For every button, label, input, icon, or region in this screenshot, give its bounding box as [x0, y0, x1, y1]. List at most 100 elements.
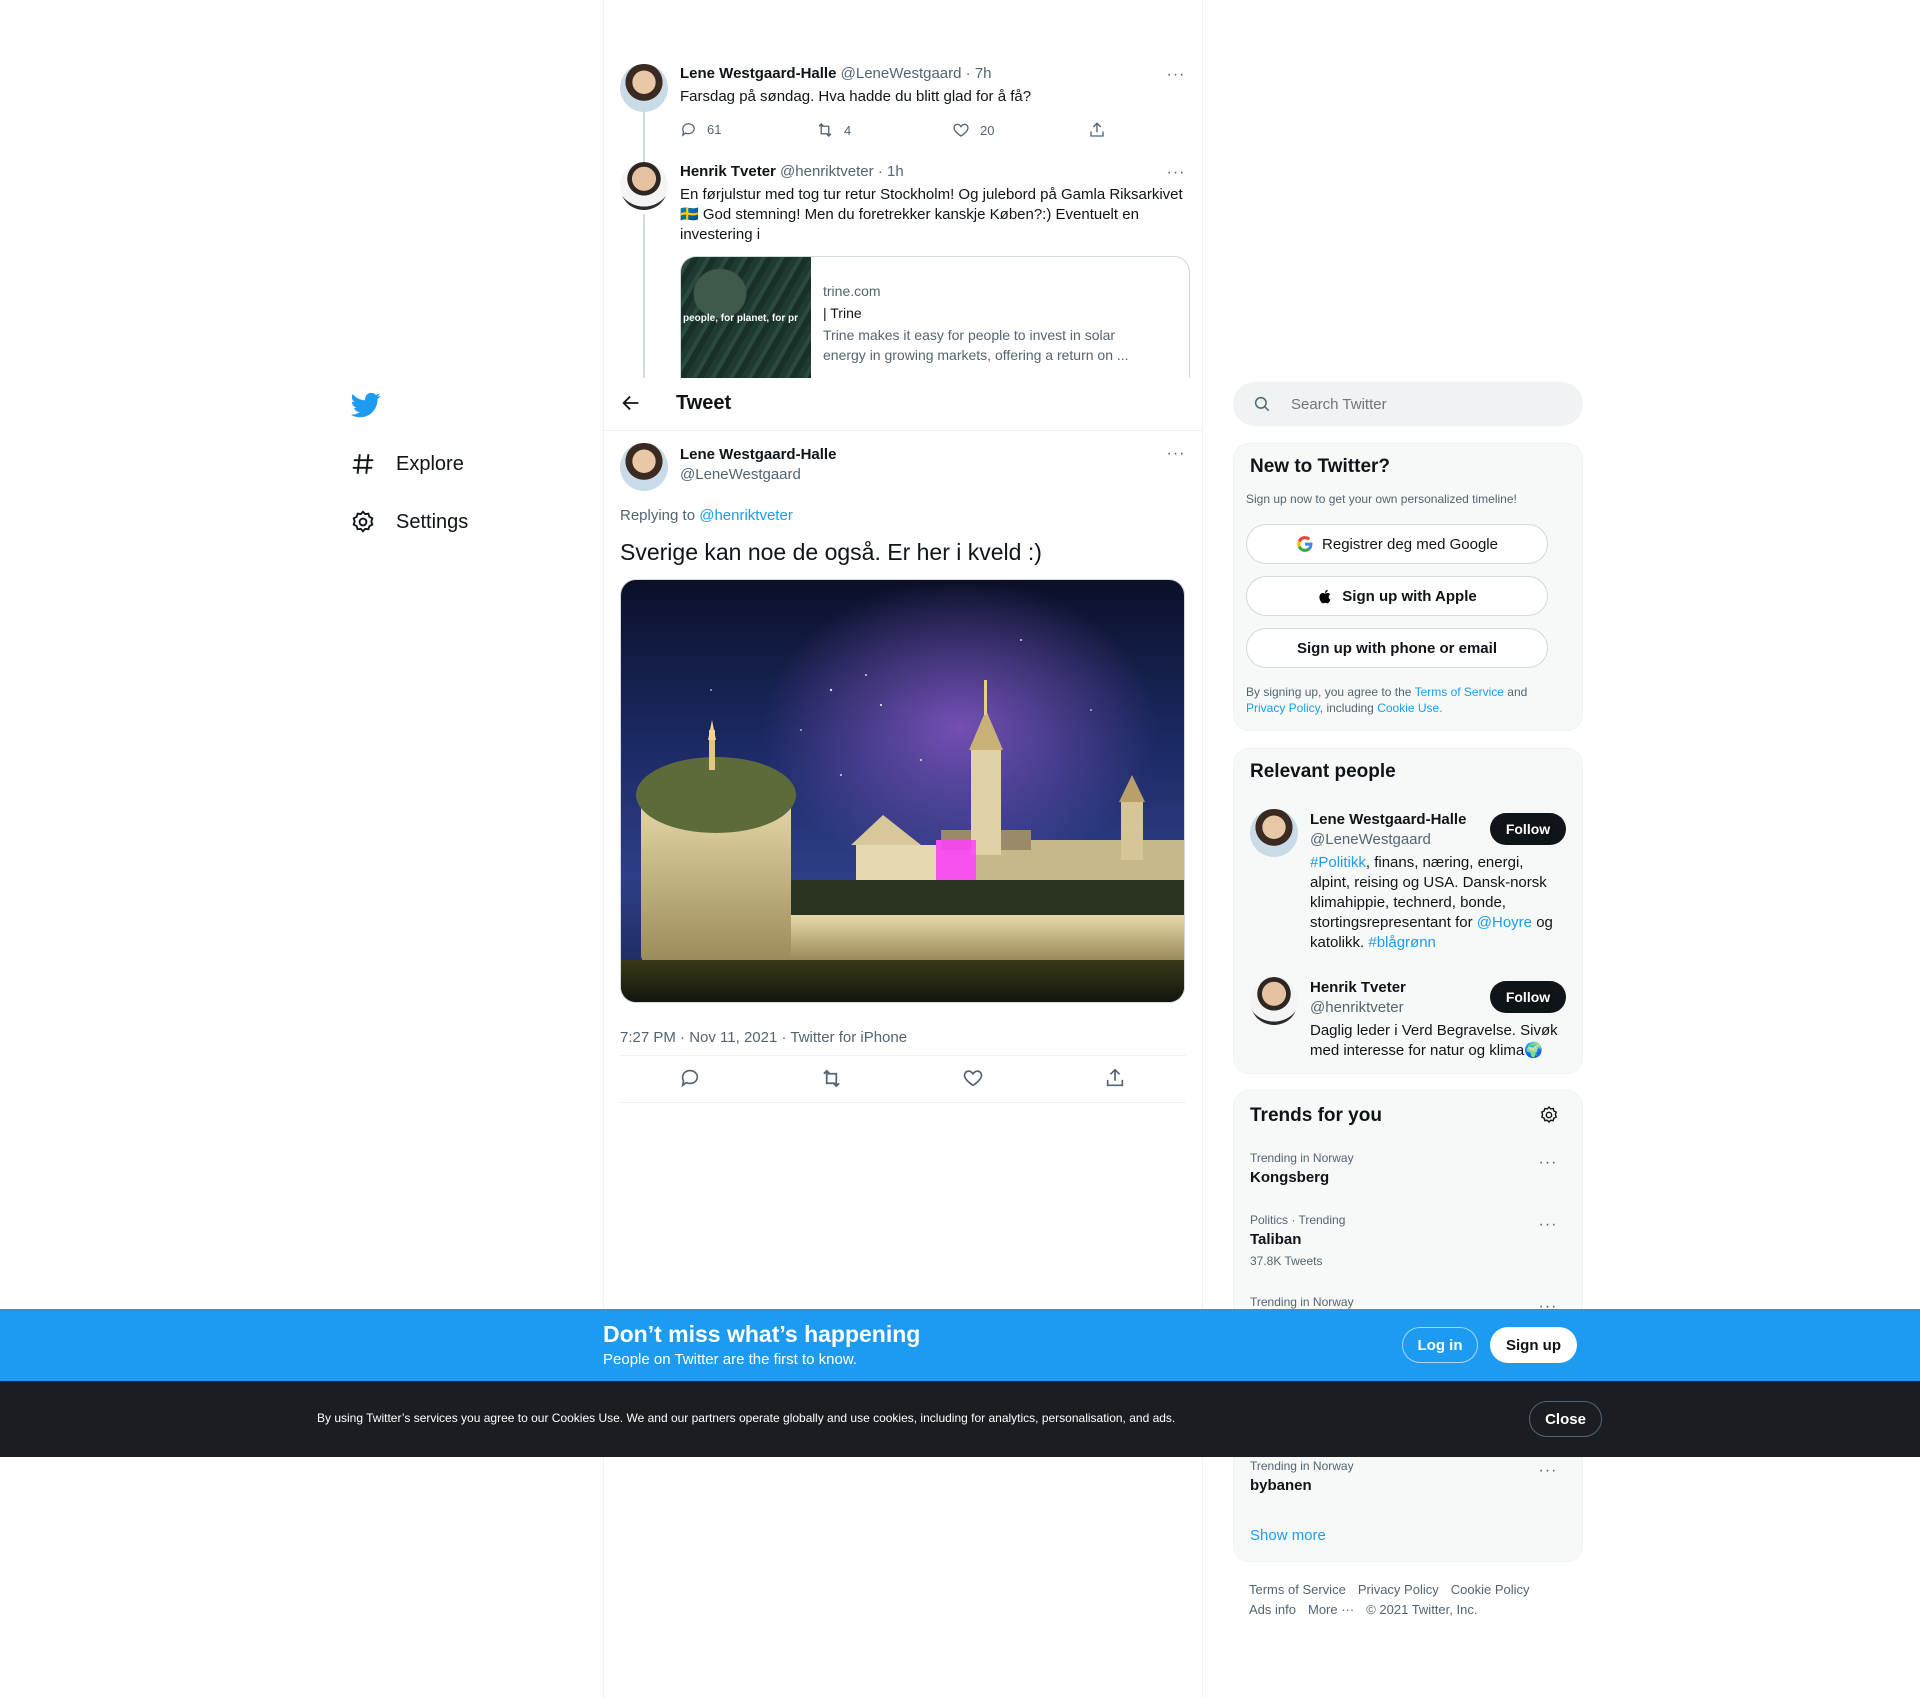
apple-signup-button[interactable]: Sign up with Apple — [1246, 576, 1548, 616]
relevant-people-card: Relevant people Lene Westgaard-Halle @Le… — [1233, 748, 1583, 1074]
footer-link[interactable]: Terms of Service — [1249, 1580, 1346, 1600]
apple-signup-label: Sign up with Apple — [1342, 587, 1477, 605]
avatar[interactable] — [1250, 977, 1298, 1025]
search-box[interactable] — [1233, 382, 1583, 426]
footer-link[interactable]: Privacy Policy — [1358, 1580, 1439, 1600]
back-arrow-icon[interactable] — [620, 392, 642, 414]
person-name[interactable]: Henrik Tveter — [1310, 979, 1406, 996]
author-handle[interactable]: @LeneWestgaard — [841, 65, 962, 82]
terms-link[interactable]: Terms of Service — [1415, 685, 1504, 699]
hashtag-link[interactable]: #Politikk — [1310, 854, 1366, 871]
twitter-logo-icon[interactable] — [351, 390, 381, 420]
trend-context: Politics · Trending — [1250, 1213, 1346, 1227]
tweet-photo[interactable] — [620, 579, 1185, 1003]
banner-title: Don’t miss what’s happening — [603, 1321, 921, 1347]
footer-link[interactable]: Ads info — [1249, 1600, 1296, 1620]
author-handle[interactable]: @LeneWestgaard — [680, 466, 801, 483]
heart-icon[interactable] — [962, 1067, 984, 1089]
follow-button[interactable]: Follow — [1490, 813, 1566, 845]
avatar[interactable] — [1250, 809, 1298, 857]
reply-icon[interactable] — [679, 1067, 701, 1089]
footer-link[interactable]: Cookie Policy — [1451, 1580, 1530, 1600]
reply-button[interactable]: 61 — [680, 121, 721, 138]
tweet-time[interactable]: · 1h — [878, 163, 904, 180]
tweet-meta[interactable]: 7:27 PM · Nov 11, 2021 · Twitter for iPh… — [620, 1029, 907, 1046]
trend-name: bybanen — [1250, 1477, 1312, 1494]
hashtag-link[interactable]: #blågrønn — [1368, 934, 1436, 951]
share-button[interactable] — [1088, 121, 1106, 139]
phone-email-signup-button[interactable]: Sign up with phone or email — [1246, 628, 1548, 668]
author-name[interactable]: Lene Westgaard-Halle — [680, 446, 836, 463]
thread-tweet[interactable]: Henrik Tveter @henriktveter · 1h ··· En … — [603, 158, 1203, 378]
retweet-count: 4 — [844, 122, 852, 138]
more-icon[interactable]: ··· — [1164, 63, 1188, 87]
link-card-title: | Trine — [823, 305, 862, 321]
signup-legal: By signing up, you agree to the Terms of… — [1246, 684, 1566, 716]
close-button[interactable]: Close — [1529, 1401, 1602, 1437]
nav-item-explore[interactable]: Explore — [350, 449, 464, 479]
privacy-link[interactable]: Privacy Policy — [1246, 701, 1320, 715]
trend-name: Taliban — [1250, 1231, 1302, 1248]
legal-prefix: By signing up, you agree to the — [1246, 685, 1412, 699]
more-icon[interactable]: ··· — [1164, 442, 1188, 466]
nav-item-label: Settings — [396, 510, 469, 533]
person-name[interactable]: Lene Westgaard-Halle — [1310, 811, 1466, 828]
person-bio: Daglig leder i Verd Begravelse. Sivøk me… — [1310, 1021, 1570, 1061]
share-icon — [1088, 121, 1106, 139]
card-title: Relevant people — [1250, 761, 1396, 782]
copyright: © 2021 Twitter, Inc. — [1366, 1602, 1478, 1617]
retweet-icon[interactable] — [820, 1067, 843, 1090]
replying-prefix: Replying to — [620, 507, 696, 524]
author-name[interactable]: Henrik Tveter — [680, 163, 776, 180]
avatar[interactable] — [620, 443, 668, 491]
trend-item[interactable]: Politics · Trending Taliban 37.8K Tweets… — [1250, 1213, 1568, 1268]
avatar[interactable] — [620, 162, 668, 210]
thread-tweet[interactable]: Lene Westgaard-Halle @LeneWestgaard · 7h… — [603, 60, 1203, 145]
avatar[interactable] — [620, 64, 668, 112]
bio-text: og — [1536, 914, 1553, 931]
trend-item[interactable]: Trending in Norway Kongsberg ··· — [1250, 1151, 1568, 1186]
link-card-image-text: people, for planet, for pr — [683, 313, 799, 324]
person-handle[interactable]: @henriktveter — [1310, 999, 1404, 1016]
trend-context: Trending in Norway — [1250, 1151, 1354, 1165]
signup-button[interactable]: Sign up — [1490, 1327, 1577, 1363]
footer-links: Terms of Service Privacy Policy Cookie P… — [1249, 1580, 1569, 1620]
gear-icon — [350, 509, 376, 535]
link-card-desc-line: Trine makes it easy for people to invest… — [823, 327, 1116, 343]
share-icon[interactable] — [1104, 1067, 1126, 1089]
heart-icon — [952, 121, 970, 139]
cookie-banner: By using Twitter’s services you agree to… — [0, 1381, 1920, 1457]
like-button[interactable]: 20 — [952, 121, 994, 139]
legal-and: and — [1507, 685, 1528, 699]
trend-count: 37.8K Tweets — [1250, 1254, 1323, 1268]
cookie-text: By using Twitter’s services you agree to… — [317, 1411, 1176, 1425]
nav-item-settings[interactable]: Settings — [350, 507, 468, 537]
show-more-link[interactable]: Show more — [1250, 1527, 1326, 1544]
person-bio: #Politikk, finans, næring, energi, alpin… — [1310, 853, 1570, 953]
more-icon[interactable]: ··· — [1536, 1459, 1560, 1483]
author-handle[interactable]: @henriktveter — [780, 163, 874, 180]
tweet-header: Tweet — [604, 378, 1202, 431]
tweet-time[interactable]: · 7h — [966, 65, 992, 82]
footer-link[interactable]: More ··· — [1308, 1600, 1354, 1620]
link-card[interactable]: people, for planet, for pr trine.com | T… — [680, 256, 1190, 378]
hashtag-icon — [350, 451, 376, 477]
trend-item[interactable]: Trending in Norway bybanen ··· — [1250, 1459, 1568, 1494]
replying-to-link[interactable]: @henriktveter — [699, 507, 793, 524]
author-name[interactable]: Lene Westgaard-Halle — [680, 65, 836, 82]
person-handle[interactable]: @LeneWestgaard — [1310, 831, 1431, 848]
google-signup-button[interactable]: Registrer deg med Google — [1246, 524, 1548, 564]
cookie-use-link[interactable]: Cookie Use. — [1377, 701, 1442, 715]
follow-button[interactable]: Follow — [1490, 981, 1566, 1013]
search-input[interactable] — [1291, 395, 1551, 413]
mention-link[interactable]: @Hoyre — [1477, 914, 1532, 931]
retweet-button[interactable]: 4 — [816, 121, 851, 139]
login-button[interactable]: Log in — [1402, 1327, 1478, 1363]
more-icon[interactable]: ··· — [1536, 1213, 1560, 1237]
search-icon — [1253, 395, 1271, 413]
gear-icon[interactable] — [1539, 1105, 1559, 1125]
bio-text: Daglig leder i Verd Begravelse. Sivøk — [1310, 1022, 1558, 1039]
bio-text: katolikk. — [1310, 934, 1365, 951]
more-icon[interactable]: ··· — [1164, 161, 1188, 185]
more-icon[interactable]: ··· — [1536, 1151, 1560, 1175]
